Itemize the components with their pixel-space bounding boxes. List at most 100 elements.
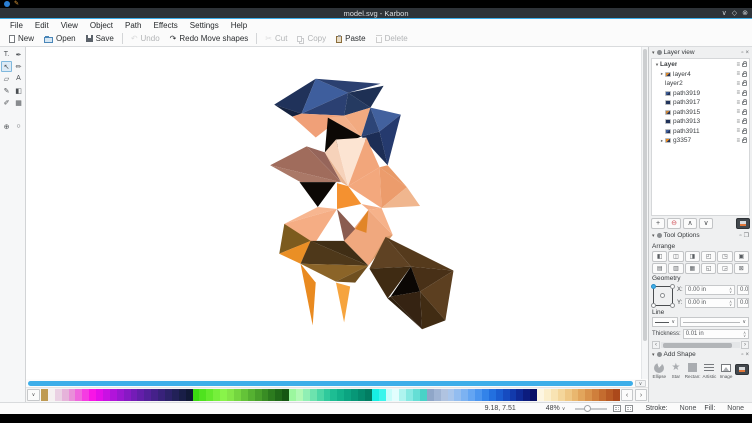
view-mode-button[interactable] bbox=[736, 218, 750, 229]
color-swatch-74[interactable] bbox=[551, 389, 558, 401]
layer-row-path3919[interactable]: path3919≡ bbox=[652, 89, 749, 99]
pattern-tool[interactable]: ▦ bbox=[13, 97, 24, 108]
color-swatch-9[interactable] bbox=[103, 389, 110, 401]
color-swatch-26[interactable] bbox=[220, 389, 227, 401]
scroll-left-button[interactable]: ‹ bbox=[652, 341, 660, 349]
color-swatch-42[interactable] bbox=[330, 389, 337, 401]
color-swatch-21[interactable] bbox=[186, 389, 193, 401]
color-swatch-73[interactable] bbox=[544, 389, 551, 401]
layer-row-path3913[interactable]: path3913≡ bbox=[652, 117, 749, 127]
node-edit-tool[interactable]: ✎ bbox=[1, 85, 12, 96]
fit-width-icon[interactable] bbox=[625, 405, 633, 412]
align-right-button[interactable]: ◨ bbox=[685, 251, 700, 262]
detach-panel-icon[interactable]: ❐ bbox=[744, 233, 749, 239]
color-swatch-13[interactable] bbox=[131, 389, 138, 401]
artwork-polygon[interactable] bbox=[301, 264, 316, 326]
close-panel-icon[interactable]: × bbox=[745, 352, 749, 358]
scrollbar-thumb[interactable] bbox=[663, 343, 733, 348]
x-position-spinbox[interactable]: 0.00 in ∧∨ bbox=[685, 285, 735, 295]
color-swatch-15[interactable] bbox=[144, 389, 151, 401]
anchor-center[interactable] bbox=[660, 293, 665, 298]
anchor-bottom-right[interactable] bbox=[670, 303, 675, 308]
color-swatch-6[interactable] bbox=[82, 389, 89, 401]
color-swatch-49[interactable] bbox=[379, 389, 386, 401]
color-swatch-60[interactable] bbox=[454, 389, 461, 401]
color-swatch-3[interactable] bbox=[62, 389, 69, 401]
menu-item-edit[interactable]: Edit bbox=[29, 21, 55, 30]
text-tool[interactable]: T. bbox=[1, 49, 12, 60]
gradient-tool[interactable]: ◧ bbox=[13, 85, 24, 96]
palette-scroll-right-button[interactable]: › bbox=[635, 389, 647, 401]
send-back-button[interactable]: ⊠ bbox=[734, 263, 749, 274]
color-swatch-39[interactable] bbox=[310, 389, 317, 401]
color-swatch-59[interactable] bbox=[448, 389, 455, 401]
lower-shape-button[interactable]: ◳ bbox=[717, 251, 732, 262]
color-swatch-72[interactable] bbox=[537, 389, 544, 401]
color-swatch-37[interactable] bbox=[296, 389, 303, 401]
artwork-polygon[interactable] bbox=[336, 283, 350, 323]
lock-icon[interactable] bbox=[742, 73, 747, 77]
add-rectangle-button[interactable]: Rectan: bbox=[685, 362, 700, 379]
color-swatch-8[interactable] bbox=[96, 389, 103, 401]
open-button[interactable]: Open bbox=[39, 33, 81, 44]
color-swatch-46[interactable] bbox=[358, 389, 365, 401]
color-swatch-14[interactable] bbox=[137, 389, 144, 401]
color-swatch-82[interactable] bbox=[606, 389, 613, 401]
properties-icon[interactable]: ≡ bbox=[736, 81, 740, 87]
color-swatch-17[interactable] bbox=[158, 389, 165, 401]
color-swatch-19[interactable] bbox=[172, 389, 179, 401]
layer-row-path3917[interactable]: path3917≡ bbox=[652, 98, 749, 108]
lock-icon[interactable] bbox=[742, 111, 747, 115]
color-swatch-54[interactable] bbox=[413, 389, 420, 401]
properties-icon[interactable]: ≡ bbox=[736, 109, 740, 115]
color-swatch-66[interactable] bbox=[496, 389, 503, 401]
color-swatch-67[interactable] bbox=[503, 389, 510, 401]
menu-item-file[interactable]: File bbox=[4, 21, 29, 30]
horizontal-scrollbar[interactable]: ∨ bbox=[26, 379, 648, 387]
delete-layer-button[interactable]: ⊖ bbox=[667, 218, 681, 229]
color-swatch-1[interactable] bbox=[48, 389, 55, 401]
color-swatch-5[interactable] bbox=[75, 389, 82, 401]
pan-tool[interactable]: ○ bbox=[13, 121, 24, 132]
paste-button[interactable]: Paste bbox=[331, 33, 370, 44]
menu-item-path[interactable]: Path bbox=[119, 21, 147, 30]
color-swatch-70[interactable] bbox=[523, 389, 530, 401]
align-bottom-button[interactable]: ▦ bbox=[685, 263, 700, 274]
color-swatch-76[interactable] bbox=[565, 389, 572, 401]
color-swatch-78[interactable] bbox=[578, 389, 585, 401]
float-panel-icon[interactable]: ▫ bbox=[739, 233, 741, 239]
width-spinbox[interactable]: 0.0 bbox=[737, 285, 749, 295]
brush-tool[interactable]: ✐ bbox=[1, 97, 12, 108]
color-swatch-64[interactable] bbox=[482, 389, 489, 401]
horizontal-scrollbar-thumb[interactable] bbox=[28, 381, 633, 386]
lock-icon[interactable] bbox=[742, 63, 747, 67]
properties-icon[interactable]: ≡ bbox=[736, 128, 740, 134]
raise-layer-button[interactable]: ∧ bbox=[683, 218, 697, 229]
color-swatch-48[interactable] bbox=[372, 389, 379, 401]
scroll-right-button[interactable]: › bbox=[741, 341, 749, 349]
color-swatch-29[interactable] bbox=[241, 389, 248, 401]
close-button[interactable]: ⊗ bbox=[742, 10, 748, 17]
shape-collection-button[interactable] bbox=[735, 364, 749, 375]
color-swatch-41[interactable] bbox=[324, 389, 331, 401]
redo-move-shapes-button[interactable]: Redo Move shapes bbox=[165, 33, 254, 44]
color-swatch-47[interactable] bbox=[365, 389, 372, 401]
anchor-bottom-left[interactable] bbox=[651, 303, 656, 308]
artwork-polygon[interactable] bbox=[300, 182, 336, 207]
scroll-down-button[interactable]: ∨ bbox=[635, 380, 646, 387]
color-swatch-38[interactable] bbox=[303, 389, 310, 401]
color-swatch-53[interactable] bbox=[406, 389, 413, 401]
color-swatch-57[interactable] bbox=[434, 389, 441, 401]
color-swatch-44[interactable] bbox=[344, 389, 351, 401]
color-swatch-20[interactable] bbox=[179, 389, 186, 401]
anchor-top-right[interactable] bbox=[670, 284, 675, 289]
artwork-polygon[interactable] bbox=[391, 292, 422, 330]
zoom-tool[interactable]: ⊕ bbox=[1, 121, 12, 132]
thickness-spinbox[interactable]: 0.01 in ∧∨ bbox=[683, 329, 749, 339]
color-swatch-7[interactable] bbox=[89, 389, 96, 401]
layer-row-layer[interactable]: ▾Layer≡ bbox=[652, 60, 749, 70]
color-swatch-51[interactable] bbox=[392, 389, 399, 401]
color-swatch-16[interactable] bbox=[151, 389, 158, 401]
properties-icon[interactable]: ≡ bbox=[736, 119, 740, 125]
color-swatch-35[interactable] bbox=[282, 389, 289, 401]
